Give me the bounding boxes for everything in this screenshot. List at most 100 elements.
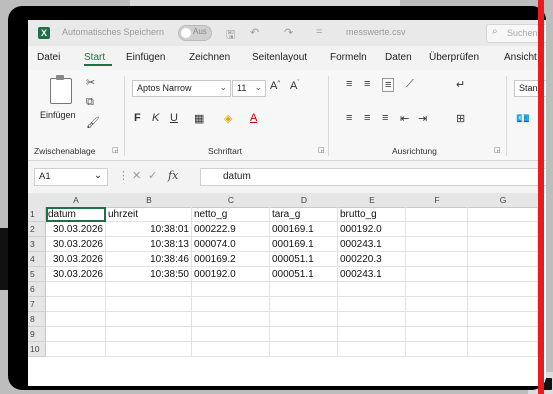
select-all-corner[interactable] [28, 193, 47, 208]
row-header[interactable]: 5 [28, 267, 46, 282]
formula-input[interactable]: datum [200, 168, 546, 186]
row-header[interactable]: 1 [28, 207, 46, 222]
table-cell[interactable] [46, 327, 106, 342]
table-cell[interactable] [338, 282, 406, 297]
copy-icon[interactable]: ⧉ [86, 96, 94, 109]
table-cell[interactable]: datum [46, 207, 106, 222]
align-left-icon[interactable]: ≡ [346, 112, 352, 124]
currency-format-icon[interactable]: 💶 [516, 112, 530, 125]
wrap-text-icon[interactable]: ↵ [456, 78, 465, 91]
table-cell[interactable] [270, 297, 338, 312]
tab-zeichnen[interactable]: Zeichnen [189, 52, 230, 63]
table-cell[interactable]: 000243.1 [338, 267, 406, 282]
table-cell[interactable] [468, 222, 538, 237]
table-cell[interactable] [46, 312, 106, 327]
table-cell[interactable]: brutto_g [338, 207, 406, 222]
table-cell[interactable] [406, 282, 468, 297]
table-cell[interactable] [406, 222, 468, 237]
row-header[interactable]: 8 [28, 312, 46, 327]
tab-datei[interactable]: Datei [37, 52, 60, 63]
table-cell[interactable] [46, 342, 106, 357]
row-header[interactable]: 10 [28, 342, 46, 357]
table-cell[interactable]: 000169.1 [270, 237, 338, 252]
table-cell[interactable] [406, 207, 468, 222]
table-cell[interactable]: 000222.9 [192, 222, 270, 237]
table-cell[interactable] [406, 252, 468, 267]
table-cell[interactable] [192, 282, 270, 297]
table-cell[interactable]: 000074.0 [192, 237, 270, 252]
table-cell[interactable] [468, 252, 538, 267]
font-size-select[interactable]: 11 ⌄ [232, 80, 266, 97]
quick-access-dropdown-icon[interactable]: = [316, 26, 322, 38]
bold-button[interactable]: F [134, 112, 141, 124]
table-cell[interactable] [192, 342, 270, 357]
column-header[interactable]: G [468, 193, 539, 208]
align-bottom-icon[interactable]: ≡ [382, 78, 395, 92]
tab-daten[interactable]: Daten [385, 52, 412, 63]
column-header[interactable]: F [406, 193, 469, 208]
table-cell[interactable] [270, 282, 338, 297]
table-cell[interactable]: 000051.1 [270, 267, 338, 282]
table-cell[interactable] [468, 297, 538, 312]
tab-ueberpruefen[interactable]: Überprüfen [429, 52, 479, 63]
row-header[interactable]: 6 [28, 282, 46, 297]
table-cell[interactable]: 10:38:13 [106, 237, 192, 252]
table-cell[interactable]: 000220.3 [338, 252, 406, 267]
tab-einfuegen[interactable]: Einfügen [126, 52, 165, 63]
table-cell[interactable]: 000243.1 [338, 237, 406, 252]
table-cell[interactable] [106, 312, 192, 327]
table-cell[interactable] [106, 327, 192, 342]
table-cell[interactable] [46, 297, 106, 312]
table-cell[interactable]: 000192.0 [338, 222, 406, 237]
table-cell[interactable]: 30.03.2026 [46, 267, 106, 282]
table-cell[interactable]: 000192.0 [192, 267, 270, 282]
tab-start[interactable]: Start [84, 52, 105, 63]
tab-ansicht[interactable]: Ansicht [504, 52, 537, 63]
table-cell[interactable] [106, 297, 192, 312]
table-cell[interactable] [270, 312, 338, 327]
undo-icon[interactable]: ↶ [250, 26, 259, 39]
table-cell[interactable] [468, 237, 538, 252]
row-header[interactable]: 7 [28, 297, 46, 312]
column-header[interactable]: D [270, 193, 339, 208]
table-cell[interactable]: 30.03.2026 [46, 252, 106, 267]
table-cell[interactable] [406, 312, 468, 327]
table-cell[interactable] [406, 267, 468, 282]
table-cell[interactable] [468, 342, 538, 357]
table-cell[interactable]: 30.03.2026 [46, 222, 106, 237]
table-cell[interactable] [468, 267, 538, 282]
table-cell[interactable]: 000169.2 [192, 252, 270, 267]
align-center-icon[interactable]: ≡ [364, 112, 370, 124]
table-cell[interactable]: 30.03.2026 [46, 237, 106, 252]
table-cell[interactable]: 10:38:50 [106, 267, 192, 282]
table-cell[interactable]: 000169.1 [270, 222, 338, 237]
table-cell[interactable] [468, 282, 538, 297]
table-cell[interactable] [270, 327, 338, 342]
table-cell[interactable]: uhrzeit [106, 207, 192, 222]
table-cell[interactable]: netto_g [192, 207, 270, 222]
insert-function-icon[interactable]: fx [168, 169, 178, 182]
column-header[interactable]: E [338, 193, 407, 208]
table-cell[interactable] [406, 342, 468, 357]
table-cell[interactable]: 10:38:01 [106, 222, 192, 237]
table-cell[interactable] [406, 237, 468, 252]
enter-icon[interactable]: ✓ [148, 169, 157, 182]
save-icon[interactable]: 🖫 [226, 26, 235, 45]
paste-icon[interactable] [50, 75, 72, 104]
row-header[interactable]: 3 [28, 237, 46, 252]
tab-seitenlayout[interactable]: Seitenlayout [252, 52, 307, 63]
font-color-icon[interactable]: A [250, 112, 257, 124]
fill-color-icon[interactable]: ◈ [224, 112, 232, 125]
cancel-icon[interactable]: ✕ [132, 169, 141, 182]
table-cell[interactable] [338, 342, 406, 357]
tab-formeln[interactable]: Formeln [330, 52, 367, 63]
table-cell[interactable]: 10:38:46 [106, 252, 192, 267]
table-cell[interactable] [46, 282, 106, 297]
orientation-icon[interactable]: ⟋ [406, 78, 414, 91]
borders-icon[interactable]: ▦ [194, 112, 204, 125]
align-top-icon[interactable]: ≡ [346, 78, 352, 90]
table-cell[interactable] [406, 327, 468, 342]
grow-font-icon[interactable]: A^ [270, 80, 280, 92]
italic-button[interactable]: K [152, 112, 159, 124]
table-cell[interactable] [468, 327, 538, 342]
